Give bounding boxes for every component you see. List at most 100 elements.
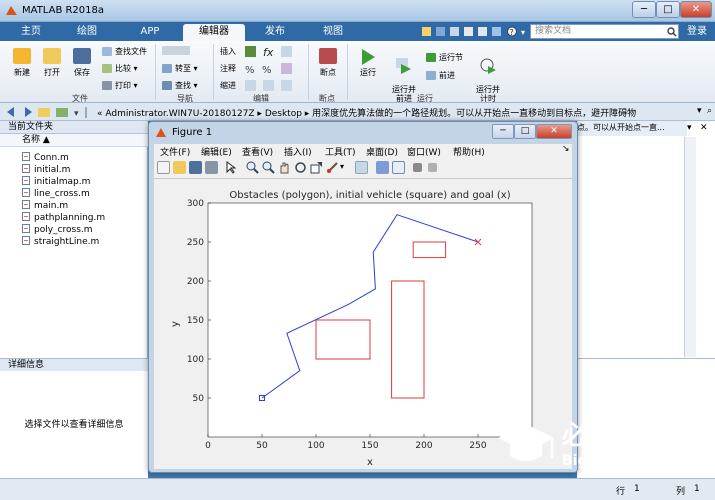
new-button[interactable]: 新建 — [10, 48, 34, 78]
open-icon — [43, 48, 61, 64]
tab-publish[interactable]: 发布 — [249, 24, 301, 41]
chart-title: Obstacles (polygon), initial vehicle (sq… — [229, 190, 510, 201]
close-button[interactable]: ✕ — [680, 1, 712, 18]
open-file-icon[interactable] — [173, 161, 186, 174]
run-time-button[interactable]: 运行并 计时 — [472, 48, 504, 103]
zoom-in-icon[interactable] — [246, 161, 259, 174]
figure-maximize-button[interactable]: □ — [514, 124, 536, 139]
quick-access-toolbar[interactable]: ? ▾ — [420, 25, 528, 38]
open-button[interactable]: 打开 — [40, 48, 64, 78]
close-panel-icon[interactable]: ✕ — [700, 123, 710, 133]
figure-title-bar[interactable]: Figure 1 ─ □ ✕ — [152, 124, 574, 142]
print-icon — [102, 81, 112, 90]
ribbon-separator — [155, 44, 156, 100]
breakpoints-icon — [319, 48, 337, 64]
brush-icon[interactable] — [326, 161, 339, 174]
file-item[interactable]: straightLine.m — [22, 236, 99, 248]
svg-text:▾: ▾ — [521, 28, 525, 37]
row-value: 1 — [634, 484, 640, 494]
edit-tools-icons[interactable]: fx %% — [243, 44, 303, 92]
run-section-icon — [426, 53, 436, 62]
y-tick-label: 200 — [187, 277, 204, 287]
colorbar-icon[interactable] — [376, 161, 389, 174]
minimize-button[interactable]: ─ — [632, 1, 656, 18]
address-bar: ▾ « Administrator.WIN7U-20180127Z ▸ Desk… — [0, 103, 715, 121]
window-title: MATLAB R2018a — [22, 5, 105, 16]
svg-text:?: ? — [510, 28, 514, 37]
search-icon[interactable] — [667, 27, 677, 37]
file-item[interactable]: poly_cross.m — [22, 224, 93, 236]
tab-apps[interactable]: APP — [118, 24, 182, 41]
figure-toolbar: ▾ — [154, 157, 572, 179]
expand-icon[interactable]: ▾ — [687, 123, 697, 133]
file-item[interactable]: Conn.m — [22, 152, 69, 164]
tab-view[interactable]: 视图 — [307, 24, 359, 41]
m-file-icon — [22, 224, 30, 233]
path-dropdown-icon[interactable]: ▾ — [697, 106, 702, 116]
save-figure-icon[interactable] — [189, 161, 202, 174]
maximize-button[interactable]: □ — [656, 1, 680, 18]
menu-dock-icon[interactable]: ↘ — [562, 144, 570, 154]
run-section-button[interactable]: 运行节 — [426, 52, 463, 63]
x-tick-label: 0 — [205, 441, 211, 451]
pointer-icon[interactable] — [226, 161, 237, 174]
show-tools-icon[interactable] — [428, 163, 437, 172]
find-files-button[interactable]: 查找文件 — [102, 46, 147, 57]
link-plot-icon[interactable] — [355, 161, 368, 174]
file-item[interactable]: main.m — [22, 200, 68, 212]
tab-plots[interactable]: 绘图 — [62, 24, 112, 41]
data-cursor-icon[interactable] — [310, 161, 323, 174]
compare-button[interactable]: 比较 ▾ — [102, 63, 138, 74]
run-button[interactable]: 运行 — [354, 48, 382, 78]
x-tick-label: 250 — [469, 441, 486, 451]
vertical-scrollbar[interactable] — [684, 137, 696, 357]
search-path-icon[interactable]: ⌕ — [707, 106, 712, 116]
figure-logo-icon — [156, 128, 166, 137]
login-button[interactable]: 登录 — [682, 24, 712, 41]
compare-icon — [102, 64, 112, 73]
comment-button[interactable]: 注释 — [220, 63, 236, 74]
save-button[interactable]: 保存 — [70, 48, 94, 78]
back-forward-buttons[interactable] — [162, 46, 193, 55]
watermark-logo: 必过源码 Biguo100.com — [498, 421, 674, 469]
file-item[interactable]: initial.m — [22, 164, 70, 176]
zoom-out-icon[interactable] — [262, 161, 275, 174]
column-header[interactable]: 名称 ▲ — [0, 134, 148, 147]
find-files-icon — [102, 47, 112, 56]
y-tick-label: 250 — [187, 238, 204, 248]
goto-button[interactable]: 转至 ▾ — [162, 63, 198, 74]
rotate-icon[interactable] — [294, 161, 307, 174]
indent-button[interactable]: 缩进 — [220, 80, 236, 91]
legend-icon[interactable] — [392, 161, 405, 174]
find-icon — [162, 81, 172, 90]
status-bar: 行 1 列 1 — [0, 478, 715, 500]
file-item[interactable]: initialmap.m — [22, 176, 90, 188]
ribbon-separator — [347, 44, 348, 100]
y-axis-label: y — [170, 321, 181, 327]
figure-close-button[interactable]: ✕ — [536, 124, 572, 139]
tab-home[interactable]: 主页 — [6, 24, 56, 41]
breakpoints-button[interactable]: 断点 — [314, 48, 342, 78]
file-item[interactable]: pathplanning.m — [22, 212, 105, 224]
current-path[interactable]: « Administrator.WIN7U-20180127Z ▸ Deskto… — [97, 106, 636, 119]
new-figure-icon[interactable] — [157, 161, 170, 174]
search-input[interactable]: 搜索文档 — [530, 24, 679, 39]
brush-dropdown-icon[interactable]: ▾ — [340, 162, 344, 171]
svg-text:fx: fx — [263, 46, 274, 59]
tab-editor[interactable]: 编辑器 — [183, 24, 245, 41]
name-column-header[interactable]: 名称 ▲ — [22, 134, 50, 146]
print-figure-icon[interactable] — [205, 161, 218, 174]
advance-button[interactable]: 前进 — [426, 70, 455, 81]
print-button[interactable]: 打印 ▾ — [102, 80, 138, 91]
ribbon-separator — [213, 44, 214, 100]
m-file-icon — [22, 176, 30, 185]
nav-buttons[interactable]: ▾ — [6, 106, 92, 118]
insert-button[interactable]: 插入 — [220, 46, 236, 57]
pan-icon[interactable] — [278, 161, 291, 174]
hide-tools-icon[interactable] — [413, 163, 422, 172]
file-item[interactable]: line_cross.m — [22, 188, 90, 200]
title-bar: MATLAB R2018a ─ □ ✕ — [0, 0, 715, 22]
svg-text:%: % — [262, 65, 272, 76]
find-button[interactable]: 查找 ▾ — [162, 80, 198, 91]
figure-minimize-button[interactable]: ─ — [492, 124, 514, 139]
